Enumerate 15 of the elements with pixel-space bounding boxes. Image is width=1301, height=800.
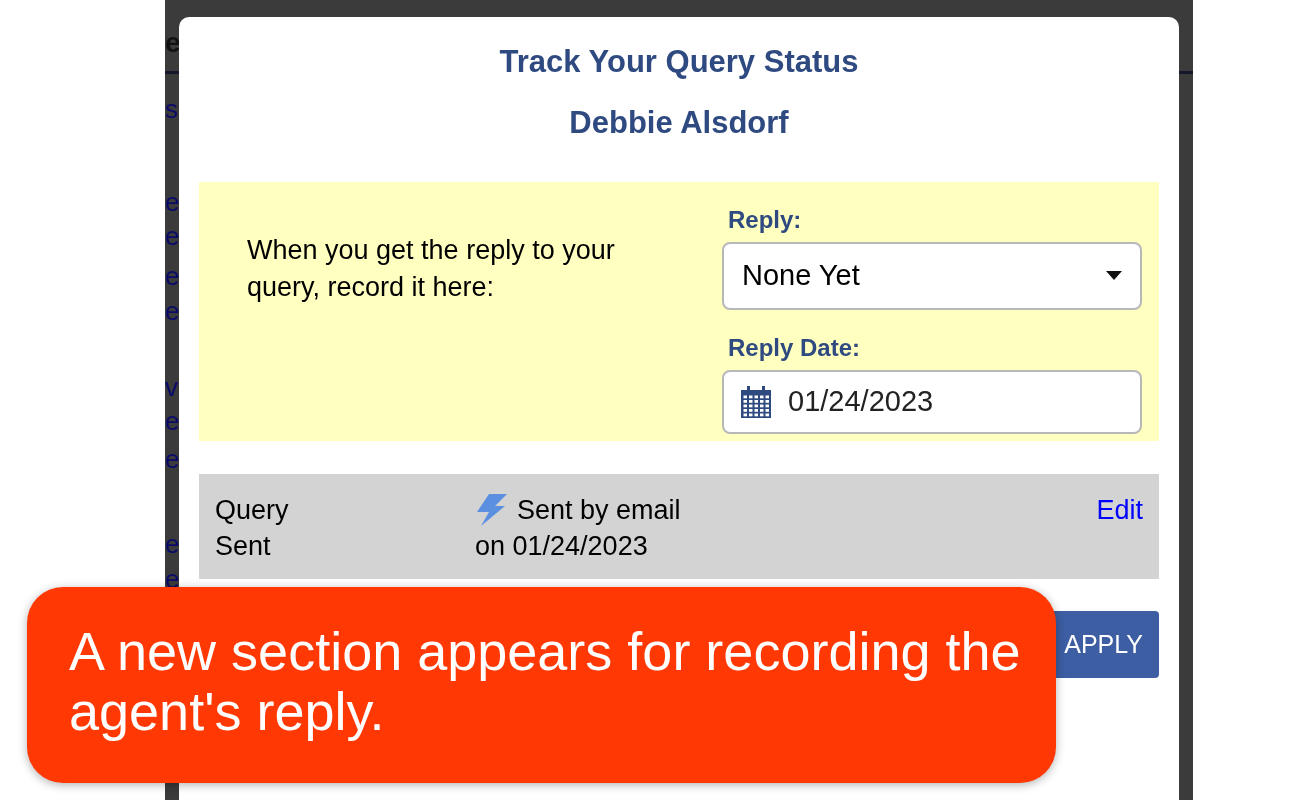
field-label: Reply Date:	[728, 333, 862, 363]
sent-method: Sent by email	[517, 494, 681, 527]
caret-icon	[1106, 271, 1122, 281]
edit-link[interactable]: Edit	[1096, 492, 1143, 579]
sent-date: on 01/24/2023	[475, 530, 649, 563]
instruction-text: When you get the reply to your query, record it here:	[247, 234, 616, 304]
lightning-icon	[475, 494, 509, 526]
row-label: Query Sent	[215, 494, 290, 563]
date-field[interactable]: 01/24/2023	[722, 370, 1142, 434]
dialog-title: Track Your Query Status	[498, 43, 860, 81]
dialog-subtitle: Debbie Alsdorf	[568, 103, 790, 142]
callout-text: A new section appears for recording the agent's reply.	[69, 621, 1022, 741]
reply-dropdown[interactable]: None Yet	[722, 242, 1142, 310]
calendar-icon	[740, 386, 772, 418]
field-label: Reply:	[728, 205, 803, 235]
